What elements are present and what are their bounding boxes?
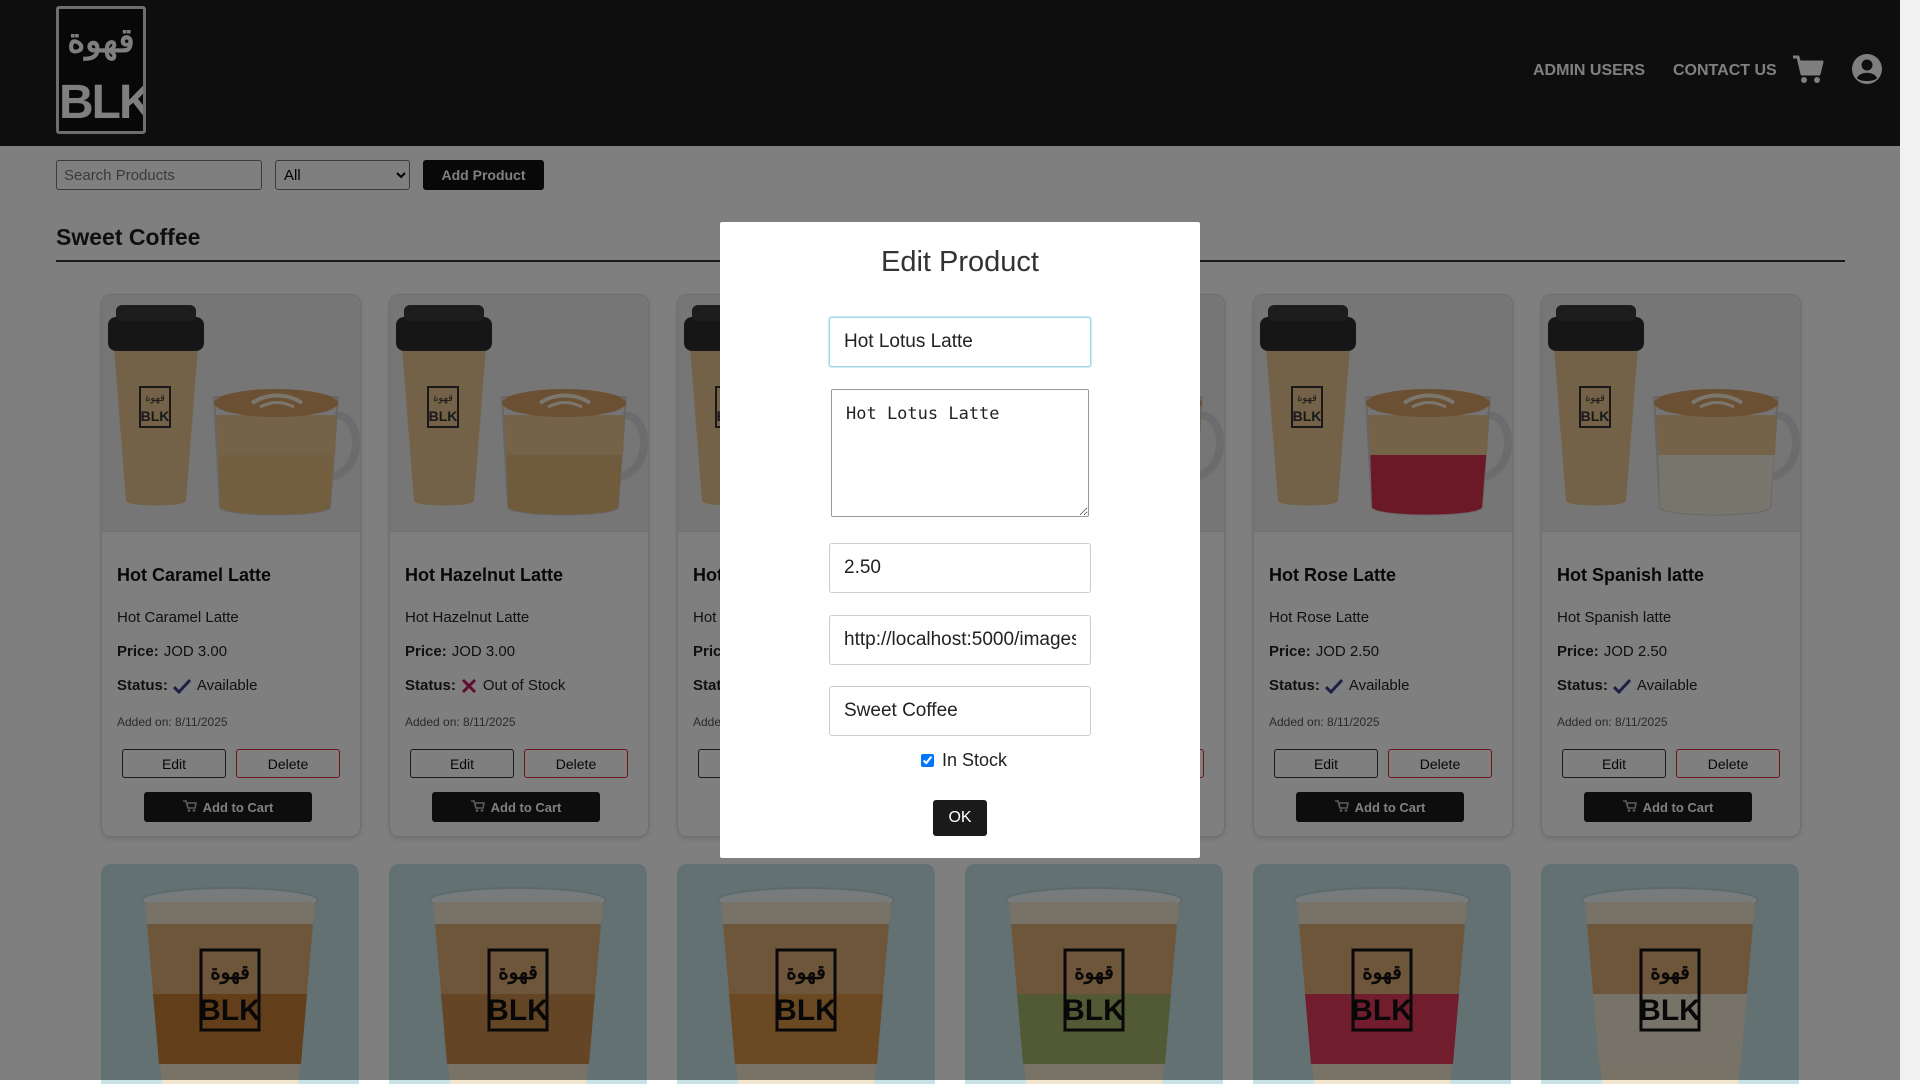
in-stock-row[interactable]: In Stock (921, 750, 1007, 771)
page-scrollbar[interactable] (1900, 0, 1920, 1080)
ok-button[interactable]: OK (933, 800, 987, 836)
edit-product-modal: Edit Product Hot Lotus Latte In Stock OK (720, 222, 1200, 858)
product-price-input[interactable] (829, 543, 1091, 593)
product-image-url-input[interactable] (829, 615, 1091, 665)
modal-title: Edit Product (881, 246, 1039, 278)
in-stock-checkbox[interactable] (921, 754, 934, 767)
product-description-textarea[interactable]: Hot Lotus Latte (831, 389, 1089, 517)
product-category-input[interactable] (829, 686, 1091, 736)
product-name-input[interactable] (829, 317, 1091, 367)
in-stock-label: In Stock (942, 750, 1008, 770)
